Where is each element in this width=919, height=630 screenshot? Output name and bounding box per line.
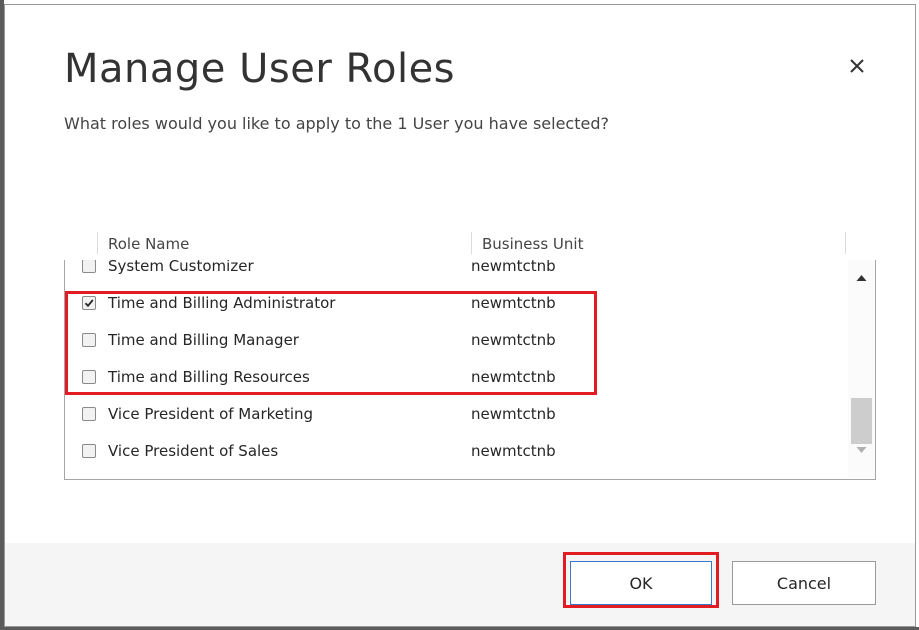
business-unit: newmtctnb (471, 368, 556, 386)
role-name: System Customizer (108, 260, 254, 275)
business-unit: newmtctnb (471, 442, 556, 460)
grid-rows: System Customizer newmtctnb Time and Bil… (65, 260, 847, 471)
table-row[interactable]: Time and Billing Administrator newmtctnb (65, 286, 847, 323)
table-row[interactable]: Vice President of Sales newmtctnb (65, 434, 847, 471)
grid-header: Role Name Business Unit (64, 228, 876, 260)
close-icon (850, 59, 864, 73)
cancel-button[interactable]: Cancel (732, 561, 876, 605)
role-checkbox[interactable] (82, 444, 96, 458)
table-row[interactable]: System Customizer newmtctnb (65, 260, 847, 286)
role-name: Time and Billing Resources (108, 368, 310, 386)
role-checkbox[interactable] (82, 333, 96, 347)
column-separator (97, 232, 98, 254)
role-name: Time and Billing Administrator (108, 294, 336, 312)
role-checkbox-checked[interactable] (82, 296, 96, 310)
role-name: Time and Billing Manager (108, 331, 299, 349)
column-separator (471, 232, 472, 254)
table-row[interactable]: Time and Billing Manager newmtctnb (65, 323, 847, 360)
checkmark-icon (84, 299, 94, 308)
business-unit: newmtctnb (471, 294, 556, 312)
scroll-down-arrow-icon[interactable] (856, 446, 867, 454)
role-name: Vice President of Marketing (108, 405, 314, 423)
role-checkbox[interactable] (82, 407, 96, 421)
grid-body: System Customizer newmtctnb Time and Bil… (64, 260, 876, 480)
dialog-title: Manage User Roles (64, 46, 456, 92)
scrollbar-thumb[interactable] (851, 398, 872, 444)
business-unit: newmtctnb (471, 331, 556, 349)
roles-grid: Role Name Business Unit System Customize… (64, 228, 876, 480)
role-name: Vice President of Sales (108, 442, 279, 460)
business-unit: newmtctnb (471, 260, 556, 275)
table-row[interactable]: Vice President of Marketing newmtctnb (65, 397, 847, 434)
role-checkbox[interactable] (82, 260, 96, 273)
vertical-scrollbar[interactable] (848, 260, 875, 478)
business-unit: newmtctnb (471, 405, 556, 423)
column-header-role-name[interactable]: Role Name (108, 235, 189, 253)
dialog-subtitle: What roles would you like to apply to th… (64, 114, 609, 133)
ok-button[interactable]: OK (570, 561, 712, 605)
scroll-up-arrow-icon[interactable] (856, 274, 867, 282)
table-row[interactable]: Time and Billing Resources newmtctnb (65, 360, 847, 397)
role-checkbox[interactable] (82, 370, 96, 384)
close-button[interactable] (845, 54, 869, 78)
column-separator (845, 232, 846, 254)
column-header-business-unit[interactable]: Business Unit (482, 235, 583, 253)
